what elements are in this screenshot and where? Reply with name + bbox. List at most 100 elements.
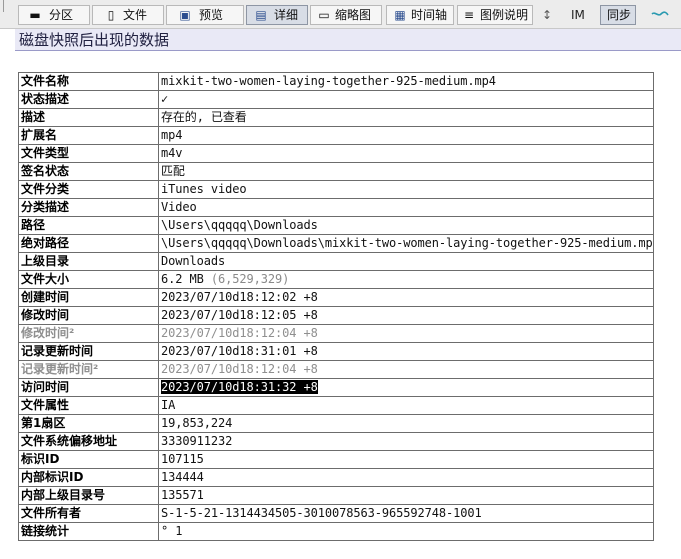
timeline-button[interactable]: ▦ 时间轴 bbox=[386, 5, 454, 25]
property-value-cell[interactable]: S-1-5-21-1314434505-3010078563-965592748… bbox=[158, 504, 654, 523]
property-value: Downloads bbox=[161, 254, 226, 268]
property-row[interactable]: 文件所有者 S-1-5-21-1314434505-3010078563-9655… bbox=[18, 504, 654, 523]
legend-button[interactable]: ≡ 图例说明 bbox=[457, 5, 533, 25]
property-row[interactable]: 上级目录 Downloads bbox=[18, 252, 654, 271]
property-value-cell[interactable]: 107115 bbox=[158, 450, 654, 469]
thumbnail-label: 缩略图 bbox=[335, 8, 372, 22]
property-value-cell[interactable]: 2023/07/10d18:12:02 +8 bbox=[158, 288, 654, 307]
property-value-cell[interactable]: mp4 bbox=[158, 126, 654, 145]
im-button[interactable]: IM bbox=[562, 5, 596, 25]
preview-icon: ▣ bbox=[179, 8, 191, 22]
property-key: 上级目录 bbox=[18, 252, 159, 271]
property-value-cell[interactable]: IA bbox=[158, 396, 654, 415]
property-value-cell[interactable]: 2023/07/10d18:12:04 +8 bbox=[158, 324, 654, 343]
panel-edge bbox=[0, 0, 4, 12]
property-row[interactable]: 扩展名 mp4 bbox=[18, 126, 654, 145]
property-value: 匹配 bbox=[161, 164, 185, 178]
property-value: 6.2 MB bbox=[161, 272, 204, 286]
sync-button[interactable]: 同步 bbox=[600, 5, 636, 25]
property-value-cell[interactable]: 3330911232 bbox=[158, 432, 654, 451]
property-row[interactable]: 创建时间 2023/07/10d18:12:02 +8 bbox=[18, 288, 654, 307]
property-row[interactable]: 文件属性 IA bbox=[18, 396, 654, 415]
property-value-cell[interactable]: m4v bbox=[158, 144, 654, 163]
property-key: 链接统计 bbox=[18, 522, 159, 541]
property-key: 绝对路径 bbox=[18, 234, 159, 253]
property-row[interactable]: 链接统计 ° 1 bbox=[18, 522, 654, 541]
property-value-detail: (6,529,329) bbox=[203, 272, 290, 286]
partition-button[interactable]: ▬ 分区 bbox=[18, 5, 90, 25]
property-value-cell[interactable]: ° 1 bbox=[158, 522, 654, 541]
property-row[interactable]: 文件类型 m4v bbox=[18, 144, 654, 163]
property-value-cell[interactable]: 匹配 bbox=[158, 162, 654, 181]
property-key: 文件类型 bbox=[18, 144, 159, 163]
property-row[interactable]: 文件系统偏移地址 3330911232 bbox=[18, 432, 654, 451]
property-value: \Users\qqqqq\Downloads\mixkit-two-women-… bbox=[161, 236, 654, 250]
property-row[interactable]: 分类描述 Video bbox=[18, 198, 654, 217]
sort-button[interactable]: ↕ bbox=[536, 5, 558, 25]
property-row[interactable]: 标识ID 107115 bbox=[18, 450, 654, 469]
property-value-cell[interactable]: ✓ bbox=[158, 90, 654, 109]
property-key: 内部上级目录号 bbox=[18, 486, 159, 505]
property-key: 文件分类 bbox=[18, 180, 159, 199]
property-value-cell[interactable]: 2023/07/10d18:12:04 +8 bbox=[158, 360, 654, 379]
property-value: 107115 bbox=[161, 452, 204, 466]
preview-label: 预览 bbox=[199, 8, 224, 22]
property-value: Video bbox=[161, 200, 197, 214]
property-row[interactable]: 文件分类 iTunes video bbox=[18, 180, 654, 199]
property-key: 描述 bbox=[18, 108, 159, 127]
property-value: 存在的, 已查看 bbox=[161, 110, 247, 124]
property-row[interactable]: 修改时间 2023/07/10d18:12:05 +8 bbox=[18, 306, 654, 325]
details-button[interactable]: ▤ 详细 bbox=[246, 5, 308, 25]
property-row[interactable]: 第1扇区 19,853,224 bbox=[18, 414, 654, 433]
property-row[interactable]: 修改时间² 2023/07/10d18:12:04 +8 bbox=[18, 324, 654, 343]
property-value-cell[interactable]: 19,853,224 bbox=[158, 414, 654, 433]
timeline-label: 时间轴 bbox=[411, 8, 448, 22]
property-value: 2023/07/10d18:12:02 +8 bbox=[161, 290, 318, 304]
toolbar: ▬ 分区 ▯ 文件 ▣ 预览 ▤ 详细 ▭ 缩略图 ▦ 时间轴 ≡ 图例说明 ↕… bbox=[0, 0, 681, 29]
property-key: 记录更新时间 bbox=[18, 342, 159, 361]
property-row[interactable]: 状态描述 ✓ bbox=[18, 90, 654, 109]
property-value-cell[interactable]: mixkit-two-women-laying-together-925-med… bbox=[158, 72, 654, 91]
property-row[interactable]: 路径 \Users\qqqqq\Downloads bbox=[18, 216, 654, 235]
property-row[interactable]: 描述 存在的, 已查看 bbox=[18, 108, 654, 127]
property-row[interactable]: 记录更新时间 2023/07/10d18:31:01 +8 bbox=[18, 342, 654, 361]
property-value: mixkit-two-women-laying-together-925-med… bbox=[161, 74, 496, 88]
property-value: mp4 bbox=[161, 128, 183, 142]
property-value-cell[interactable]: \Users\qqqqq\Downloads bbox=[158, 216, 654, 235]
property-row[interactable]: 文件名称 mixkit-two-women-laying-together-925… bbox=[18, 72, 654, 91]
preview-button[interactable]: ▣ 预览 bbox=[166, 5, 244, 25]
property-value-cell[interactable]: \Users\qqqqq\Downloads\mixkit-two-women-… bbox=[158, 234, 654, 253]
file-button[interactable]: ▯ 文件 bbox=[92, 5, 164, 25]
property-key: 修改时间 bbox=[18, 306, 159, 325]
property-value-cell[interactable]: 135571 bbox=[158, 486, 654, 505]
property-value: 135571 bbox=[161, 488, 204, 502]
file-icon: ▯ bbox=[107, 8, 115, 22]
property-row[interactable]: 内部标识ID 134444 bbox=[18, 468, 654, 487]
property-value-cell[interactable]: 134444 bbox=[158, 468, 654, 487]
property-key: 扩展名 bbox=[18, 126, 159, 145]
property-value-cell[interactable]: 2023/07/10d18:31:32 +8 bbox=[158, 378, 654, 397]
thumbnail-button[interactable]: ▭ 缩略图 bbox=[310, 5, 382, 25]
property-row[interactable]: 内部上级目录号 135571 bbox=[18, 486, 654, 505]
property-row[interactable]: 访问时间 2023/07/10d18:31:32 +8 bbox=[18, 378, 654, 397]
partition-label: 分区 bbox=[49, 8, 74, 22]
property-value-cell[interactable]: 2023/07/10d18:12:05 +8 bbox=[158, 306, 654, 325]
wave-icon[interactable] bbox=[651, 9, 669, 21]
property-value-cell[interactable]: 6.2 MB (6,529,329) bbox=[158, 270, 654, 289]
property-value-cell[interactable]: Downloads bbox=[158, 252, 654, 271]
property-value: iTunes video bbox=[161, 182, 247, 196]
property-value-cell[interactable]: 2023/07/10d18:31:01 +8 bbox=[158, 342, 654, 361]
property-row[interactable]: 签名状态 匹配 bbox=[18, 162, 654, 181]
property-key: 路径 bbox=[18, 216, 159, 235]
property-key: 状态描述 bbox=[18, 90, 159, 109]
property-key: 记录更新时间² bbox=[18, 360, 159, 379]
property-value-cell[interactable]: Video bbox=[158, 198, 654, 217]
property-value-cell[interactable]: 存在的, 已查看 bbox=[158, 108, 654, 127]
property-row[interactable]: 绝对路径 \Users\qqqqq\Downloads\mixkit-two-wo… bbox=[18, 234, 654, 253]
property-row[interactable]: 文件大小 6.2 MB (6,529,329) bbox=[18, 270, 654, 289]
property-value-cell[interactable]: iTunes video bbox=[158, 180, 654, 199]
thumbnail-icon: ▭ bbox=[318, 8, 330, 22]
property-row[interactable]: 记录更新时间² 2023/07/10d18:12:04 +8 bbox=[18, 360, 654, 379]
snapshot-header: 磁盘快照后出现的数据 bbox=[15, 29, 681, 51]
legend-label: 图例说明 bbox=[480, 8, 529, 22]
